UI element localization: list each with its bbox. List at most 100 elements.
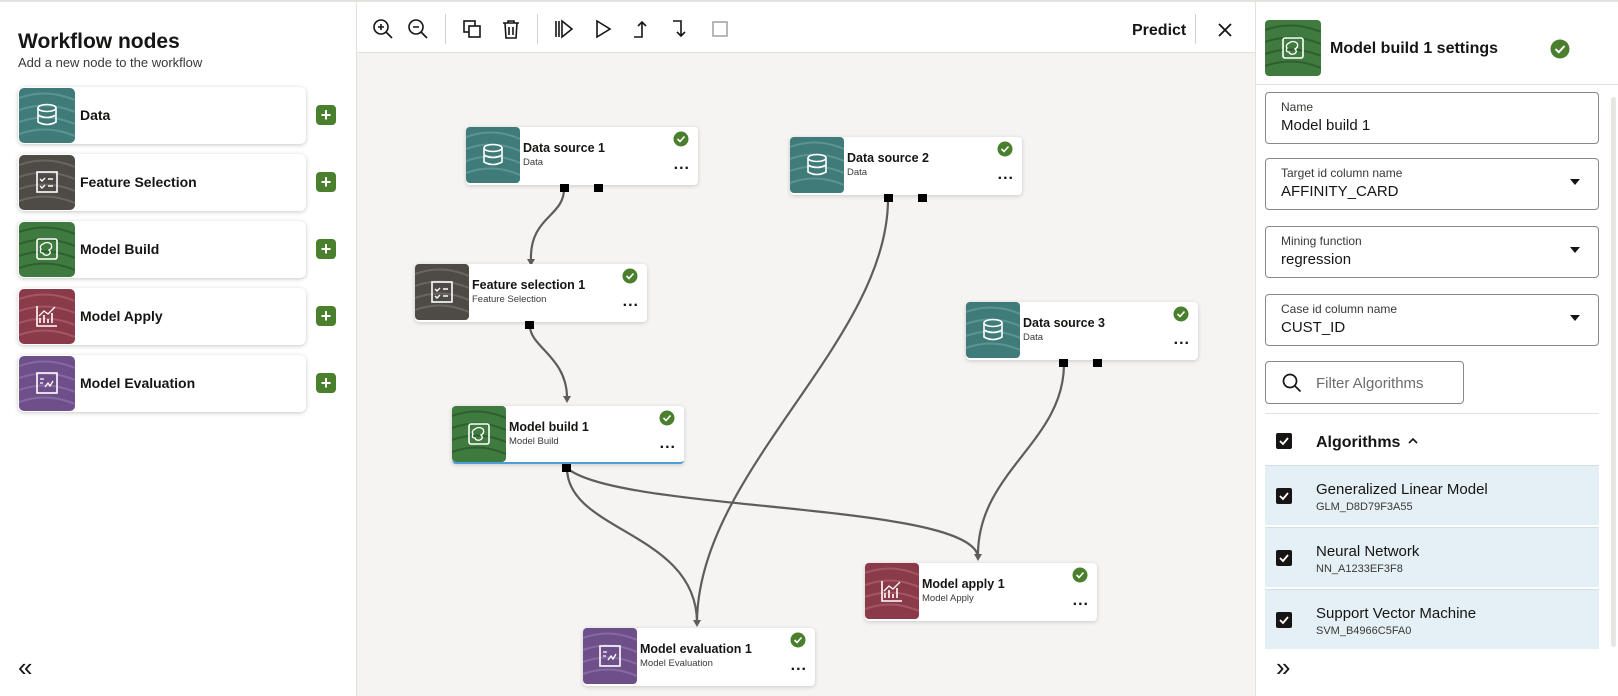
algorithm-row[interactable]: Generalized Linear Model GLM_D8D79F3A55 bbox=[1265, 465, 1599, 525]
predict-button[interactable]: Predict bbox=[1132, 22, 1186, 40]
divider bbox=[1265, 413, 1599, 414]
run-all-icon[interactable] bbox=[553, 18, 575, 40]
add-data-button[interactable]: + bbox=[316, 105, 336, 125]
output-port[interactable] bbox=[1093, 359, 1102, 367]
divider bbox=[1256, 84, 1618, 85]
collapse-panel-icon[interactable]: « bbox=[18, 654, 32, 680]
algorithm-checkbox[interactable] bbox=[1276, 550, 1292, 566]
zoom-out-icon[interactable] bbox=[407, 18, 429, 40]
node-more-button[interactable]: ... bbox=[674, 157, 690, 173]
select-all-checkbox[interactable] bbox=[1276, 433, 1292, 449]
database-icon bbox=[790, 137, 844, 193]
algorithm-row[interactable]: Neural Network NN_A1233EF3F8 bbox=[1265, 527, 1599, 587]
algorithm-checkbox[interactable] bbox=[1276, 488, 1292, 504]
node-type: Data bbox=[847, 167, 868, 178]
palette-item-data[interactable]: Data bbox=[18, 87, 306, 144]
zoom-in-icon[interactable] bbox=[372, 18, 394, 40]
duplicate-icon[interactable] bbox=[461, 18, 483, 40]
node-feature-selection-1[interactable]: Feature selection 1 Feature Selection ..… bbox=[415, 264, 647, 322]
close-icon[interactable] bbox=[1215, 20, 1235, 40]
node-more-button[interactable]: ... bbox=[623, 294, 639, 310]
field-value[interactable]: Model build 1 bbox=[1281, 117, 1370, 134]
palette-item-model-apply[interactable]: Model Apply bbox=[18, 288, 306, 345]
algorithm-row[interactable]: Support Vector Machine SVM_B4966C5FA0 bbox=[1265, 589, 1599, 649]
success-check-icon bbox=[1550, 39, 1570, 59]
node-more-button[interactable]: ... bbox=[1073, 593, 1089, 609]
node-data-source-2[interactable]: Data source 2 Data ... bbox=[790, 137, 1022, 195]
node-more-button[interactable]: ... bbox=[1174, 332, 1190, 348]
node-more-button[interactable]: ... bbox=[660, 436, 676, 452]
database-icon bbox=[466, 127, 520, 183]
success-check-icon bbox=[997, 141, 1013, 157]
success-check-icon bbox=[659, 410, 675, 426]
node-title: Data source 3 bbox=[1023, 316, 1105, 330]
palette-item-model-evaluation[interactable]: Model Evaluation bbox=[18, 355, 306, 412]
database-icon bbox=[19, 88, 75, 143]
node-title: Feature selection 1 bbox=[472, 278, 586, 292]
node-data-source-1[interactable]: Data source 1 Data ... bbox=[466, 127, 698, 185]
edge-fs1-mb1 bbox=[528, 325, 569, 399]
success-check-icon bbox=[790, 632, 806, 648]
name-field[interactable]: Name Model build 1 bbox=[1265, 92, 1599, 144]
output-port[interactable] bbox=[562, 464, 571, 472]
output-port[interactable] bbox=[884, 194, 893, 202]
stop-icon[interactable] bbox=[709, 18, 731, 40]
case-id-select[interactable]: Case id column name CUST_ID bbox=[1265, 294, 1599, 346]
output-port[interactable] bbox=[594, 184, 603, 192]
workflow-nodes-panel: Workflow nodes Add a new node to the wor… bbox=[0, 2, 357, 696]
node-more-button[interactable]: ... bbox=[791, 658, 807, 674]
palette-item-model-build[interactable]: Model Build bbox=[18, 221, 306, 278]
add-model-evaluation-button[interactable]: + bbox=[316, 373, 336, 393]
output-port[interactable] bbox=[1059, 359, 1068, 367]
chevron-down-icon[interactable] bbox=[1570, 179, 1580, 185]
evaluation-icon bbox=[583, 628, 637, 684]
add-feature-selection-button[interactable]: + bbox=[316, 172, 336, 192]
arrowhead bbox=[693, 620, 701, 627]
success-check-icon bbox=[673, 131, 689, 147]
checklist-icon bbox=[19, 155, 75, 210]
filter-algorithms[interactable] bbox=[1265, 361, 1464, 404]
add-model-apply-button[interactable]: + bbox=[316, 306, 336, 326]
toolbar-divider bbox=[1195, 14, 1196, 44]
add-model-build-button[interactable]: + bbox=[316, 239, 336, 259]
toolbar-divider bbox=[445, 14, 446, 44]
chevron-down-icon[interactable] bbox=[1570, 315, 1580, 321]
node-model-evaluation-1[interactable]: Model evaluation 1 Model Evaluation ... bbox=[583, 628, 815, 686]
success-check-icon bbox=[1173, 306, 1189, 322]
palette-label: Model Build bbox=[80, 241, 160, 257]
palette-item-feature-selection[interactable]: Feature Selection bbox=[18, 154, 306, 211]
algorithms-header[interactable]: Algorithms bbox=[1316, 434, 1400, 452]
run-parents-icon[interactable] bbox=[631, 18, 653, 40]
brain-icon bbox=[1265, 20, 1321, 76]
node-data-source-3[interactable]: Data source 3 Data ... bbox=[966, 302, 1198, 360]
algorithm-id: SVM_B4966C5FA0 bbox=[1316, 625, 1412, 637]
algorithm-id: GLM_D8D79F3A55 bbox=[1316, 501, 1413, 513]
algorithm-checkbox[interactable] bbox=[1276, 612, 1292, 628]
brain-icon bbox=[19, 222, 75, 277]
chart-icon bbox=[865, 563, 919, 619]
node-model-build-1[interactable]: Model build 1 Model Build ... bbox=[452, 406, 684, 464]
node-type: Data bbox=[1023, 332, 1044, 343]
success-check-icon bbox=[622, 268, 638, 284]
node-more-button[interactable]: ... bbox=[998, 167, 1014, 183]
algorithm-name: Support Vector Machine bbox=[1316, 605, 1477, 622]
canvas-toolbar: Predict bbox=[357, 2, 1255, 53]
delete-icon[interactable] bbox=[500, 18, 522, 40]
workflow-canvas[interactable]: Predict Data source 1 Data ... Data sour… bbox=[357, 2, 1255, 696]
expand-panel-icon[interactable]: » bbox=[1276, 654, 1290, 680]
output-port[interactable] bbox=[918, 194, 927, 202]
target-column-select[interactable]: Target id column name AFFINITY_CARD bbox=[1265, 158, 1599, 210]
node-title: Data source 2 bbox=[847, 151, 929, 165]
run-children-icon[interactable] bbox=[670, 18, 692, 40]
output-port[interactable] bbox=[560, 184, 569, 192]
output-port[interactable] bbox=[525, 321, 534, 329]
chevron-down-icon[interactable] bbox=[1570, 247, 1580, 253]
field-label: Case id column name bbox=[1281, 302, 1398, 316]
evaluation-icon bbox=[19, 356, 75, 411]
chevron-up-icon[interactable] bbox=[1406, 434, 1420, 448]
node-model-apply-1[interactable]: Model apply 1 Model Apply ... bbox=[865, 563, 1097, 621]
filter-algorithms-input[interactable] bbox=[1316, 373, 1456, 393]
scrollbar[interactable] bbox=[1611, 97, 1616, 647]
mining-function-select[interactable]: Mining function regression bbox=[1265, 226, 1599, 278]
run-icon[interactable] bbox=[592, 18, 614, 40]
